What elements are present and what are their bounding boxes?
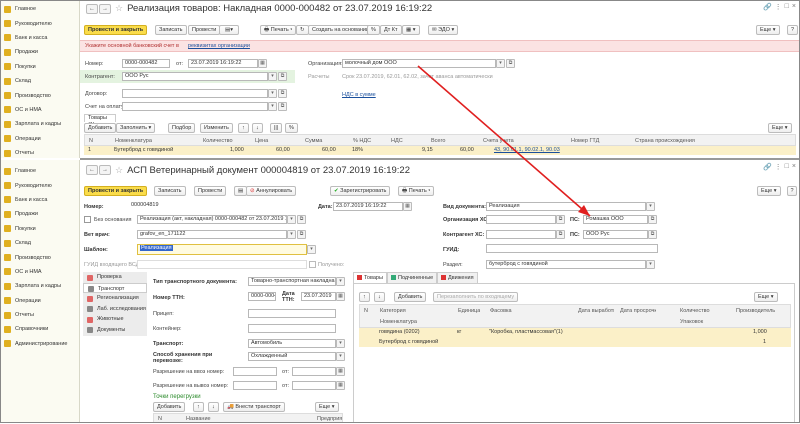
frame-border [0, 0, 800, 423]
